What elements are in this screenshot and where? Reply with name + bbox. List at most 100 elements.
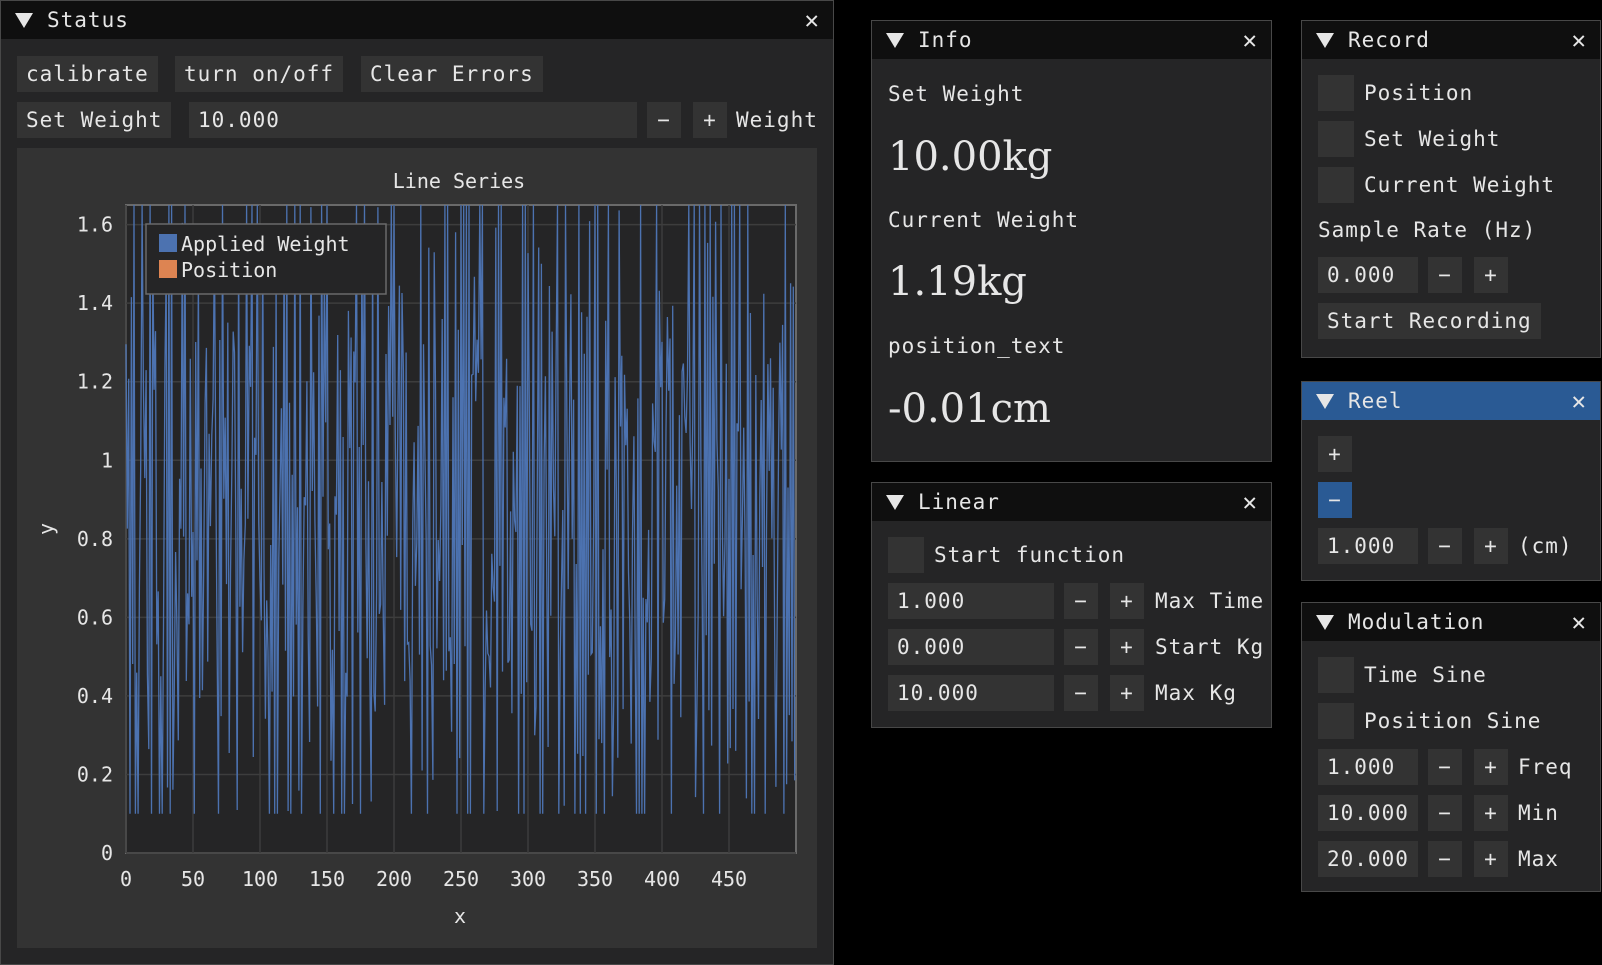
y-tick-label: 0.6 bbox=[77, 605, 113, 629]
start-kg-label: Start Kg bbox=[1155, 635, 1265, 659]
current-weight-value: 1.19kg bbox=[888, 259, 1027, 305]
start-kg-increment-button[interactable]: + bbox=[1110, 629, 1144, 665]
record-set-weight-checkbox[interactable] bbox=[1318, 121, 1354, 157]
legend[interactable]: Applied Weight Position bbox=[145, 223, 387, 295]
status-titlebar[interactable]: Status ✕ bbox=[1, 1, 833, 39]
set-weight-button[interactable]: Set Weight bbox=[17, 102, 172, 138]
max-kg-label: Max Kg bbox=[1155, 681, 1237, 705]
reel-down-button[interactable]: − bbox=[1318, 482, 1352, 518]
position-value: -0.01cm bbox=[888, 386, 1051, 432]
turn-on-off-button[interactable]: turn on/off bbox=[175, 56, 344, 92]
x-axis-label: x bbox=[454, 904, 466, 928]
freq-increment-button[interactable]: + bbox=[1474, 749, 1508, 785]
y-tick-label: 1.2 bbox=[77, 370, 113, 394]
min-decrement-button[interactable]: − bbox=[1428, 795, 1462, 831]
reel-distance-increment-button[interactable]: + bbox=[1474, 528, 1508, 564]
time-sine-checkbox[interactable] bbox=[1318, 657, 1354, 693]
freq-decrement-button[interactable]: − bbox=[1428, 749, 1462, 785]
max-time-label: Max Time bbox=[1155, 589, 1265, 613]
freq-input[interactable]: 1.000 bbox=[1318, 749, 1418, 785]
start-function-label: Start function bbox=[934, 543, 1126, 567]
window-title: Record bbox=[1348, 28, 1430, 52]
max-input[interactable]: 20.000 bbox=[1318, 841, 1418, 877]
collapse-arrow-icon[interactable] bbox=[1316, 614, 1334, 630]
max-kg-increment-button[interactable]: + bbox=[1110, 675, 1144, 711]
weight-decrement-button[interactable]: − bbox=[647, 102, 681, 138]
close-icon[interactable]: ✕ bbox=[1572, 28, 1586, 52]
record-set-weight-label: Set Weight bbox=[1364, 127, 1501, 151]
record-titlebar[interactable]: Record ✕ bbox=[1302, 21, 1600, 59]
x-tick-label: 100 bbox=[242, 867, 278, 891]
reel-up-button[interactable]: + bbox=[1318, 436, 1352, 472]
y-tick-label: 0.4 bbox=[77, 684, 113, 708]
legend-entry-position: Position bbox=[181, 258, 277, 282]
modulation-titlebar[interactable]: Modulation ✕ bbox=[1302, 603, 1600, 641]
max-increment-button[interactable]: + bbox=[1474, 841, 1508, 877]
max-kg-decrement-button[interactable]: − bbox=[1064, 675, 1098, 711]
max-label: Max bbox=[1518, 847, 1559, 871]
position-sine-checkbox[interactable] bbox=[1318, 703, 1354, 739]
collapse-arrow-icon[interactable] bbox=[886, 494, 904, 510]
sample-rate-label: Sample Rate (Hz) bbox=[1318, 218, 1537, 242]
weight-increment-button[interactable]: + bbox=[693, 102, 727, 138]
sample-rate-increment-button[interactable]: + bbox=[1474, 257, 1508, 293]
reel-window: Reel ✕ + − 1.000 − + (cm) bbox=[1301, 381, 1601, 581]
close-icon[interactable]: ✕ bbox=[1243, 490, 1257, 514]
max-time-input[interactable]: 1.000 bbox=[888, 583, 1054, 619]
y-axis-label: y bbox=[34, 523, 58, 535]
reel-titlebar[interactable]: Reel ✕ bbox=[1302, 382, 1600, 420]
close-icon[interactable]: ✕ bbox=[1572, 610, 1586, 634]
record-current-weight-checkbox[interactable] bbox=[1318, 167, 1354, 203]
x-tick-label: 250 bbox=[443, 867, 479, 891]
clear-errors-button[interactable]: Clear Errors bbox=[361, 56, 543, 92]
status-window: Status ✕ calibrate turn on/off Clear Err… bbox=[0, 0, 834, 965]
record-position-checkbox[interactable] bbox=[1318, 75, 1354, 111]
start-kg-decrement-button[interactable]: − bbox=[1064, 629, 1098, 665]
x-tick-label: 350 bbox=[577, 867, 613, 891]
line-series-chart[interactable]: Line Series 0 50 100 150 200 250 300 350 400 450 0… bbox=[17, 148, 817, 948]
weight-input[interactable]: 10.000 bbox=[189, 102, 637, 138]
y-tick-label: 0.2 bbox=[77, 762, 113, 786]
start-function-checkbox[interactable] bbox=[888, 537, 924, 573]
window-title: Status bbox=[47, 8, 129, 32]
sample-rate-input[interactable]: 0.000 bbox=[1318, 257, 1418, 293]
x-tick-label: 50 bbox=[181, 867, 205, 891]
min-input[interactable]: 10.000 bbox=[1318, 795, 1418, 831]
y-tick-label: 1.4 bbox=[77, 291, 113, 315]
calibrate-button[interactable]: calibrate bbox=[17, 56, 158, 92]
max-decrement-button[interactable]: − bbox=[1428, 841, 1462, 877]
close-icon[interactable]: ✕ bbox=[805, 8, 819, 32]
reel-distance-decrement-button[interactable]: − bbox=[1428, 528, 1462, 564]
window-title: Info bbox=[918, 28, 973, 52]
collapse-arrow-icon[interactable] bbox=[886, 32, 904, 48]
max-kg-input[interactable]: 10.000 bbox=[888, 675, 1054, 711]
record-current-weight-label: Current Weight bbox=[1364, 173, 1556, 197]
position-label: position_text bbox=[888, 334, 1066, 358]
info-titlebar[interactable]: Info ✕ bbox=[872, 21, 1271, 59]
linear-titlebar[interactable]: Linear ✕ bbox=[872, 483, 1271, 521]
y-tick-label: 1.6 bbox=[77, 213, 113, 237]
collapse-arrow-icon[interactable] bbox=[1316, 32, 1334, 48]
plot-frame[interactable]: Line Series 0 50 100 150 200 250 300 350 400 450 0… bbox=[17, 148, 817, 948]
max-time-increment-button[interactable]: + bbox=[1110, 583, 1144, 619]
collapse-arrow-icon[interactable] bbox=[1316, 393, 1334, 409]
collapse-arrow-icon[interactable] bbox=[15, 12, 33, 28]
x-tick-label: 400 bbox=[644, 867, 680, 891]
start-recording-button[interactable]: Start Recording bbox=[1318, 303, 1541, 339]
start-kg-input[interactable]: 0.000 bbox=[888, 629, 1054, 665]
window-title: Modulation bbox=[1348, 610, 1485, 634]
close-icon[interactable]: ✕ bbox=[1243, 28, 1257, 52]
max-time-decrement-button[interactable]: − bbox=[1064, 583, 1098, 619]
time-sine-label: Time Sine bbox=[1364, 663, 1487, 687]
reel-distance-input[interactable]: 1.000 bbox=[1318, 528, 1418, 564]
min-increment-button[interactable]: + bbox=[1474, 795, 1508, 831]
x-tick-label: 200 bbox=[376, 867, 412, 891]
x-tick-label: 150 bbox=[309, 867, 345, 891]
set-weight-label: Set Weight bbox=[888, 82, 1025, 106]
legend-swatch-position bbox=[159, 260, 177, 278]
sample-rate-decrement-button[interactable]: − bbox=[1428, 257, 1462, 293]
modulation-window: Modulation ✕ Time Sine Position Sine 1.0… bbox=[1301, 602, 1601, 892]
close-icon[interactable]: ✕ bbox=[1572, 389, 1586, 413]
x-tick-label: 450 bbox=[711, 867, 747, 891]
window-title: Linear bbox=[918, 490, 1000, 514]
